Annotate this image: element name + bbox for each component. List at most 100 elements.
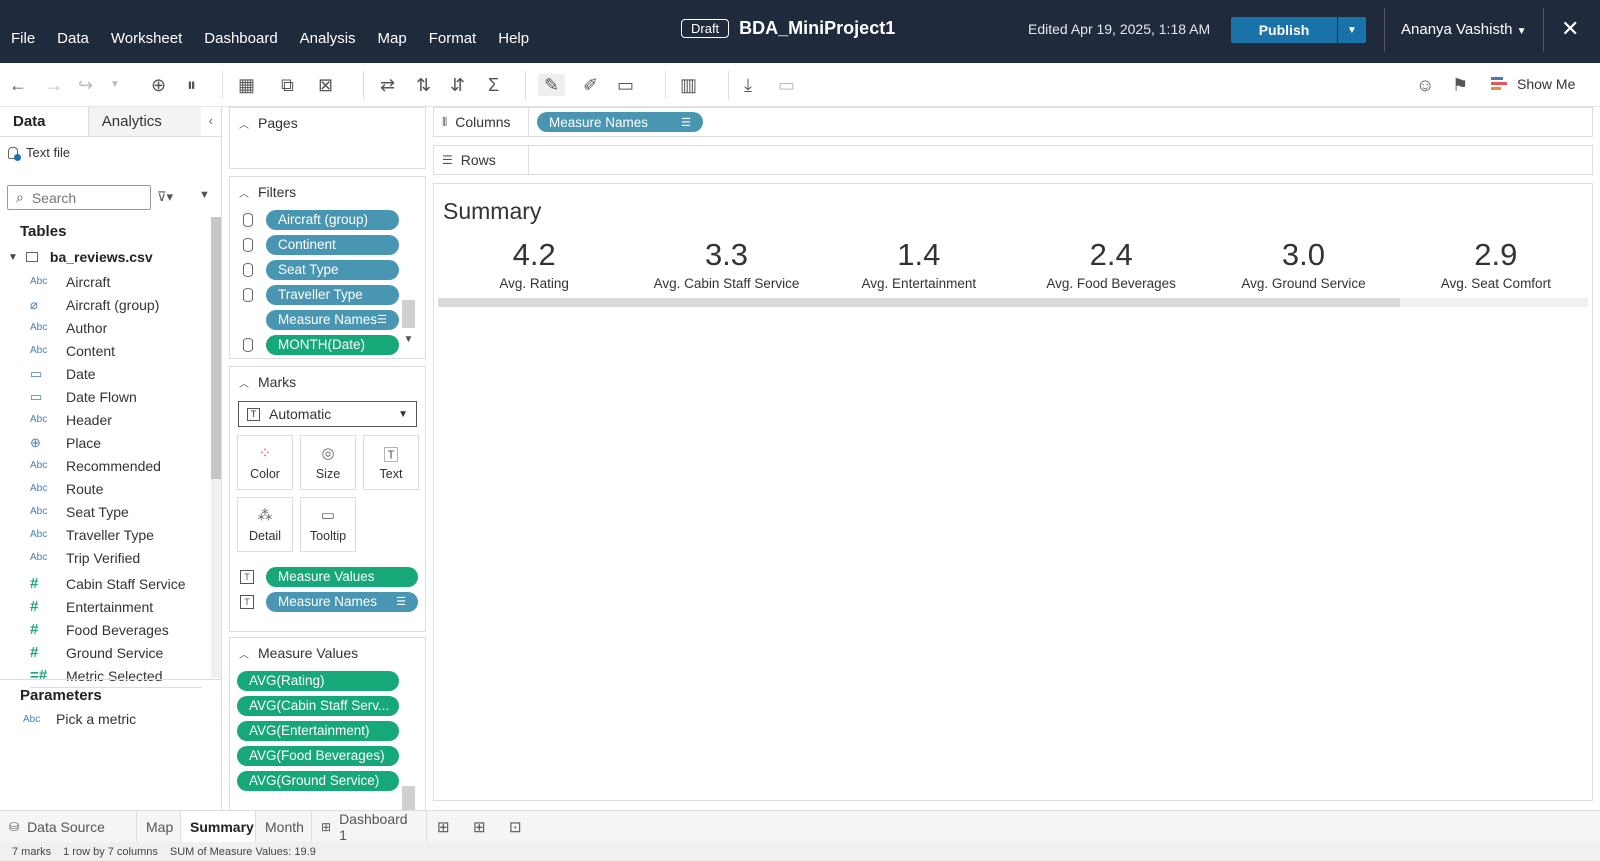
download-icon[interactable]: ⤓ bbox=[744, 74, 752, 96]
format-painter-icon[interactable]: ⚑ bbox=[1452, 74, 1468, 96]
field-item[interactable]: Abc Header bbox=[30, 408, 206, 431]
mark-field-pill[interactable]: Measure Names ☰ bbox=[266, 591, 418, 612]
measure-values-card-header[interactable]: ︿ Measure Values bbox=[230, 638, 425, 668]
text-mark-icon[interactable]: T bbox=[240, 594, 254, 609]
more-options-icon[interactable]: ▼ bbox=[199, 189, 210, 201]
field-item[interactable]: Abc Traveller Type bbox=[30, 523, 206, 546]
new-data-source-icon[interactable]: ⊕ bbox=[151, 74, 166, 96]
kpi-item[interactable]: 2.9 Avg. Seat Comfort bbox=[1400, 234, 1592, 291]
detail-button[interactable]: ⁂ Detail bbox=[237, 497, 293, 552]
menu-help[interactable]: Help bbox=[487, 30, 540, 47]
filter-pill[interactable]: Continent bbox=[266, 234, 399, 255]
viz-canvas[interactable]: Summary 4.2 Avg. Rating 3.3 Avg. Cabin Staf… bbox=[433, 183, 1593, 801]
publish-button[interactable]: Publish bbox=[1231, 17, 1337, 43]
horizontal-scrollbar[interactable] bbox=[438, 298, 1588, 307]
scroll-down-icon[interactable]: ▼ bbox=[402, 334, 415, 345]
sort-descending-icon[interactable]: ⇵ bbox=[450, 74, 465, 96]
kpi-item[interactable]: 3.0 Avg. Ground Service bbox=[1207, 234, 1399, 291]
menu-worksheet[interactable]: Worksheet bbox=[100, 30, 193, 47]
field-item[interactable]: # Ground Service bbox=[30, 641, 206, 664]
presentation-icon[interactable]: ▭ bbox=[778, 74, 795, 96]
field-item[interactable]: ⊕ Place bbox=[30, 431, 206, 454]
field-item[interactable]: =# Metric Selected bbox=[30, 664, 206, 687]
highlight-icon[interactable]: ✎ bbox=[538, 74, 566, 96]
field-item[interactable]: ⌀ Aircraft (group) bbox=[30, 293, 206, 316]
tab-analytics[interactable]: Analytics bbox=[87, 107, 201, 136]
kpi-item[interactable]: 2.4 Avg. Food Beverages bbox=[1015, 234, 1207, 291]
filters-scrollbar[interactable]: ▼ bbox=[402, 300, 415, 356]
search-input[interactable] bbox=[31, 189, 132, 206]
tab-map[interactable]: Map bbox=[137, 811, 181, 843]
pause-updates-icon[interactable]: ⏸ bbox=[187, 74, 196, 96]
field-item[interactable]: Abc Seat Type bbox=[30, 500, 206, 523]
measure-value-pill[interactable]: AVG(Food Beverages) bbox=[237, 745, 399, 766]
field-item[interactable]: ▭ Date bbox=[30, 362, 206, 385]
text-button[interactable]: 🅃 Text bbox=[363, 435, 419, 490]
size-button[interactable]: ◎ Size bbox=[300, 435, 356, 490]
undo-icon[interactable]: ← bbox=[9, 74, 27, 96]
menu-file[interactable]: File bbox=[0, 30, 46, 47]
tab-data-source[interactable]: ⛁ Data Source bbox=[0, 811, 137, 843]
sheet-title[interactable]: Summary bbox=[443, 198, 541, 225]
show-labels-icon[interactable]: ▥ bbox=[680, 74, 697, 96]
collapse-pane-icon[interactable]: ‹ bbox=[201, 107, 221, 136]
data-guide-icon[interactable]: ☺ bbox=[1416, 74, 1434, 96]
totals-icon[interactable]: Σ bbox=[488, 74, 499, 96]
replay-icon[interactable]: ↪ bbox=[78, 74, 93, 96]
measure-value-pill[interactable]: AVG(Ground Service) bbox=[237, 770, 399, 791]
kpi-item[interactable]: 3.3 Avg. Cabin Staff Service bbox=[630, 234, 822, 291]
parameter-item[interactable]: Abc Pick a metric bbox=[23, 711, 136, 727]
field-item[interactable]: Abc Author bbox=[30, 316, 206, 339]
new-worksheet-icon[interactable]: ⊞ bbox=[437, 818, 450, 836]
filters-card-header[interactable]: ︿ Filters bbox=[230, 177, 425, 207]
publish-dropdown-button[interactable]: ▼ bbox=[1338, 17, 1366, 43]
field-item[interactable]: Abc Route bbox=[30, 477, 206, 500]
filter-pill[interactable]: Traveller Type bbox=[266, 284, 399, 305]
columns-shelf[interactable]: ⦀ Columns Measure Names ☰ bbox=[433, 107, 1593, 137]
edit-axis-icon[interactable]: ✐ bbox=[583, 74, 598, 96]
kpi-item[interactable]: 1.4 Avg. Entertainment bbox=[823, 234, 1015, 291]
field-item[interactable]: # Food Beverages bbox=[30, 618, 206, 641]
table-item[interactable]: ▼ ba_reviews.csv bbox=[8, 249, 153, 265]
measure-values-scrollbar[interactable] bbox=[402, 786, 415, 810]
scrollbar-thumb[interactable] bbox=[211, 217, 221, 479]
new-dashboard-icon[interactable]: ⊞ bbox=[473, 818, 486, 836]
field-item[interactable]: Abc Recommended bbox=[30, 454, 206, 477]
menu-analysis[interactable]: Analysis bbox=[289, 30, 367, 47]
marks-card-header[interactable]: ︿ Marks bbox=[230, 367, 425, 397]
tooltip-button[interactable]: ▭ Tooltip bbox=[300, 497, 356, 552]
swap-rows-columns-icon[interactable]: ⇄ bbox=[380, 74, 395, 96]
measure-value-pill[interactable]: AVG(Entertainment) bbox=[237, 720, 399, 741]
search-box[interactable]: ⌕ bbox=[7, 185, 151, 210]
mark-type-select[interactable]: T Automatic ▼ bbox=[238, 401, 417, 427]
new-worksheet-icon[interactable]: ▦ bbox=[238, 74, 255, 96]
kpi-item[interactable]: 4.2 Avg. Rating bbox=[438, 234, 630, 291]
field-item[interactable]: Abc Content bbox=[30, 339, 206, 362]
filter-pill[interactable]: Aircraft (group) bbox=[266, 209, 399, 230]
field-item[interactable]: # Cabin Staff Service bbox=[30, 572, 206, 595]
color-button[interactable]: ⁘ Color bbox=[237, 435, 293, 490]
field-item[interactable]: ▭ Date Flown bbox=[30, 385, 206, 408]
field-item[interactable]: Abc Trip Verified bbox=[30, 546, 206, 569]
pages-card-header[interactable]: ︿ Pages bbox=[230, 108, 425, 138]
clear-sheet-icon[interactable]: ⊠ bbox=[318, 74, 333, 96]
menu-dashboard[interactable]: Dashboard bbox=[193, 30, 288, 47]
mark-field-pill[interactable]: Measure Values bbox=[266, 566, 418, 587]
text-mark-icon[interactable]: T bbox=[240, 569, 254, 584]
duplicate-sheet-icon[interactable]: ⧉ bbox=[281, 74, 294, 96]
replay-dropdown-icon[interactable]: ▼ bbox=[110, 74, 120, 96]
data-source[interactable]: Text file bbox=[8, 145, 70, 161]
redo-icon[interactable]: → bbox=[45, 74, 63, 96]
tab-data[interactable]: Data bbox=[0, 107, 88, 136]
show-me-button[interactable]: Show Me bbox=[1491, 75, 1575, 92]
menu-map[interactable]: Map bbox=[367, 30, 418, 47]
rows-shelf[interactable]: ☰ Rows bbox=[433, 145, 1593, 175]
fit-icon[interactable]: ▭ bbox=[617, 74, 634, 96]
measure-value-pill[interactable]: AVG(Cabin Staff Serv... bbox=[237, 695, 399, 716]
new-story-icon[interactable]: ⊡ bbox=[509, 818, 522, 836]
filter-pill[interactable]: Measure Names ☰ bbox=[266, 309, 399, 330]
field-item[interactable]: # Entertainment bbox=[30, 595, 206, 618]
close-icon[interactable]: ✕ bbox=[1561, 16, 1579, 42]
columns-pill[interactable]: Measure Names ☰ bbox=[537, 112, 703, 132]
filter-fields-icon[interactable]: ⊽▾ bbox=[157, 189, 173, 205]
